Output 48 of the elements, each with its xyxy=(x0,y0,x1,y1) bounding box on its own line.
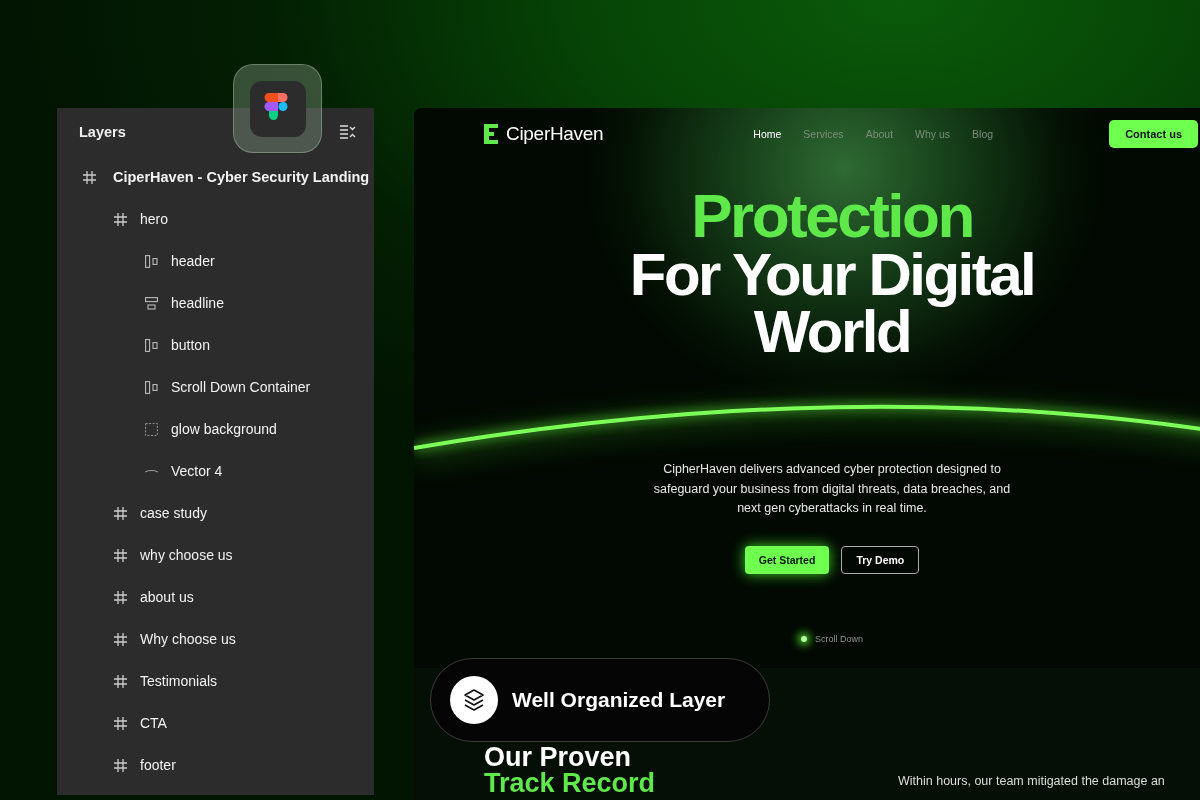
layer-row[interactable]: glow background xyxy=(141,408,374,450)
nav-link[interactable]: Blog xyxy=(972,128,994,140)
frame-icon xyxy=(114,674,127,688)
horizontal-layout-icon xyxy=(144,380,159,394)
frame-icon xyxy=(83,170,96,184)
dashed-frame-icon xyxy=(145,422,158,436)
section-text: Within hours, our team mitigated the damage an xyxy=(898,774,1165,790)
layer-row[interactable]: hero xyxy=(110,198,374,240)
frame-icon xyxy=(114,632,127,646)
vertical-layout-icon xyxy=(145,296,158,310)
frame-icon xyxy=(114,758,127,772)
try-demo-button[interactable]: Try Demo xyxy=(841,545,920,574)
layer-row[interactable]: headline xyxy=(141,282,374,324)
layer-row[interactable]: Scroll Down Container xyxy=(141,366,374,408)
frame-icon xyxy=(114,212,127,226)
panel-title: Layers xyxy=(79,124,126,140)
layer-row[interactable]: footer xyxy=(110,744,374,786)
frame-icon xyxy=(114,716,127,730)
layer-row[interactable]: header xyxy=(141,240,374,282)
get-started-button[interactable]: Get Started xyxy=(744,545,830,574)
nav-link[interactable]: Home xyxy=(753,128,782,140)
section-title: Track Record xyxy=(484,770,657,796)
logo-text[interactable]: CiperHaven xyxy=(506,123,604,145)
frame-icon xyxy=(114,506,127,520)
hero-headline: Protection xyxy=(691,186,973,246)
layer-row[interactable]: Vector 4 xyxy=(141,450,374,492)
layer-row[interactable]: button xyxy=(141,324,374,366)
hero-headline: For Your Digital World xyxy=(628,246,1036,360)
layer-row[interactable]: why choose us xyxy=(110,534,374,576)
layer-row[interactable]: CiperHaven - Cyber Security Landing xyxy=(79,156,374,198)
horizontal-layout-icon xyxy=(144,338,159,352)
badge-label: Well Organized Layer xyxy=(512,688,726,712)
layer-row[interactable]: case study xyxy=(110,492,374,534)
logo-icon xyxy=(484,124,498,144)
layer-row[interactable]: Why choose us xyxy=(110,618,374,660)
scroll-hint[interactable]: Scroll Down xyxy=(815,633,863,644)
layer-row[interactable]: Testimonials xyxy=(110,660,374,702)
layer-row[interactable]: CTA xyxy=(110,702,374,744)
frame-icon xyxy=(114,548,127,562)
glow-dot-icon xyxy=(801,635,807,642)
section-title: Our Proven xyxy=(484,744,633,770)
horizontal-layout-icon xyxy=(144,254,159,268)
layers-icon xyxy=(450,676,498,724)
list-sort-icon[interactable] xyxy=(340,125,356,139)
hero-description: CipherHaven delivers advanced cyber protection designed to safeguard your business from digital threats, data breaches, and next gen cyberattacks in real time. xyxy=(652,461,1012,517)
layer-row[interactable]: about us xyxy=(110,576,374,618)
contact-button[interactable]: Contact us xyxy=(1109,120,1198,148)
frame-icon xyxy=(114,590,127,604)
